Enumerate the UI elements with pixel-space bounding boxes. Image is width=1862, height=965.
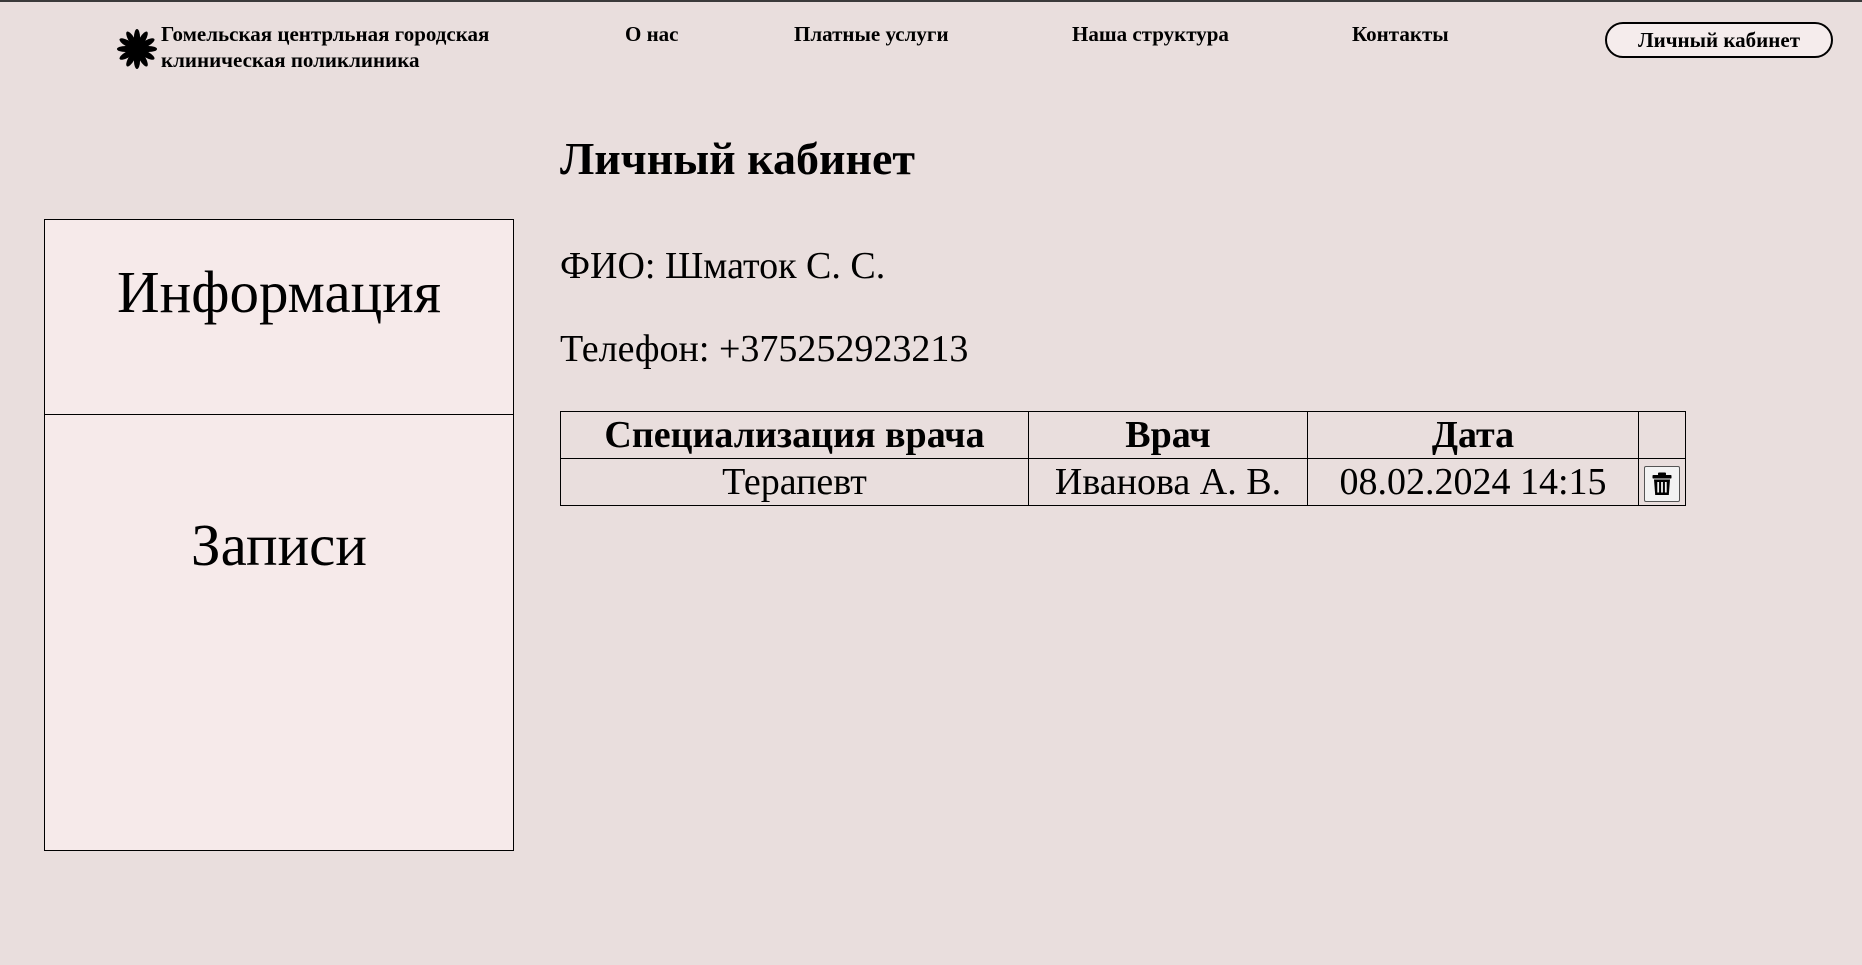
header-date: Дата bbox=[1307, 411, 1639, 459]
table-row: Терапевт Иванова А. В. 08.02.2024 14:15 bbox=[560, 458, 1686, 506]
nav-structure-link[interactable]: Наша структура bbox=[1072, 21, 1229, 47]
page-title: Личный кабинет bbox=[560, 133, 915, 184]
cell-specialization: Терапевт bbox=[560, 458, 1029, 506]
personal-cabinet-button[interactable]: Личный кабинет bbox=[1605, 22, 1833, 58]
delete-record-button[interactable] bbox=[1644, 466, 1680, 503]
cell-action bbox=[1638, 458, 1686, 506]
flower-logo-icon bbox=[116, 28, 158, 70]
user-fio: ФИО: Шматок С. С. bbox=[560, 245, 886, 287]
logo-line-2: клиническая поликлиника bbox=[161, 48, 420, 72]
sidebar-item-records[interactable]: Записи bbox=[45, 415, 513, 580]
appointments-table: Специализация врача Врач Дата Терапевт И… bbox=[560, 411, 1686, 506]
nav-contacts-link[interactable]: Контакты bbox=[1352, 21, 1449, 47]
sidebar-item-label: Информация bbox=[117, 259, 441, 325]
nav-about-link[interactable]: О нас bbox=[625, 21, 679, 47]
header-specialization: Специализация врача bbox=[560, 411, 1029, 459]
logo-text: Гомельская центрльная городская клиничес… bbox=[161, 21, 489, 73]
trash-icon bbox=[1652, 472, 1672, 496]
cell-doctor: Иванова А. В. bbox=[1028, 458, 1308, 506]
user-phone: Телефон: +375252923213 bbox=[560, 328, 969, 370]
table-header-row: Специализация врача Врач Дата bbox=[560, 411, 1686, 459]
sidebar: Информация Записи bbox=[44, 219, 514, 851]
logo[interactable]: Гомельская центрльная городская клиничес… bbox=[116, 21, 489, 73]
sidebar-item-label: Записи bbox=[191, 512, 367, 578]
sidebar-item-information[interactable]: Информация bbox=[45, 220, 513, 415]
header-actions bbox=[1638, 411, 1686, 459]
nav-paid-services-link[interactable]: Платные услуги bbox=[794, 21, 949, 47]
header-doctor: Врач bbox=[1028, 411, 1308, 459]
logo-line-1: Гомельская центрльная городская bbox=[161, 22, 490, 46]
cell-date: 08.02.2024 14:15 bbox=[1307, 458, 1639, 506]
